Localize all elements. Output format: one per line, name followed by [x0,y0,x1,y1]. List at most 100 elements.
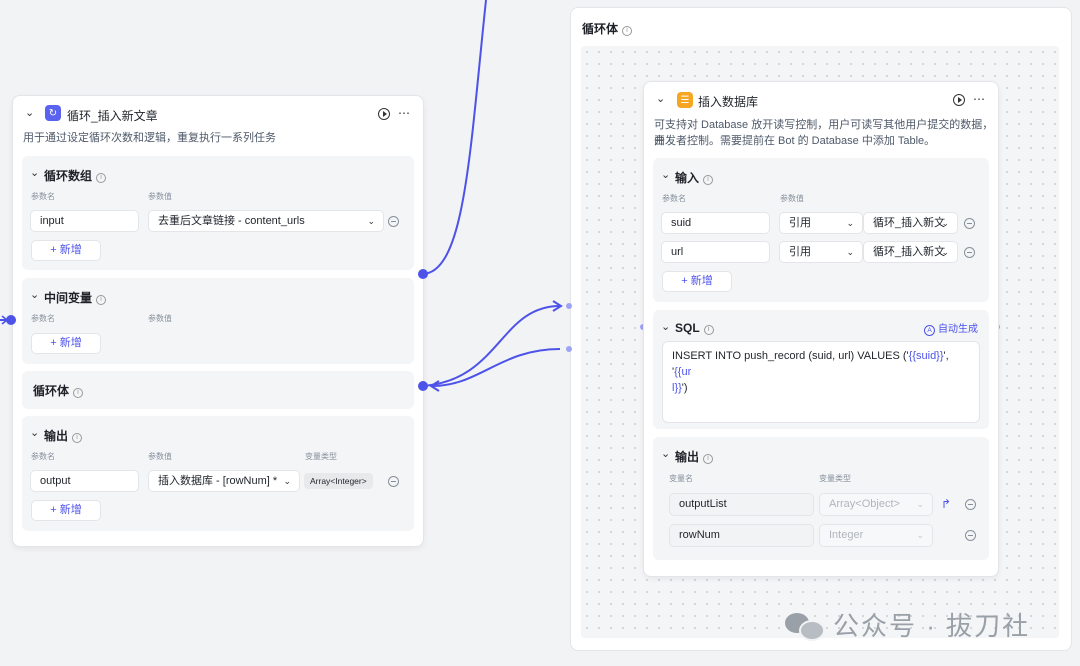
col-param-name: 参数名 [31,314,55,323]
info-icon: i [72,433,83,443]
minus-circle-icon[interactable] [965,530,976,541]
section-title: 输出 i [675,448,714,465]
info-icon: i [96,173,107,183]
minus-circle-icon[interactable] [388,216,399,227]
output-name-input[interactable]: output [30,470,139,492]
ref-mode-select[interactable]: 引用 ⌄ [779,212,863,234]
chevron-down-icon: ⌄ [941,218,949,228]
chevron-down-icon: ⌄ [283,476,291,486]
sql-section: ⌄ SQL i A 自动生成 INSERT INTO push_record (su… [653,310,989,429]
wire-top [422,0,487,275]
chevron-down-icon[interactable]: ⌄ [25,106,34,119]
more-icon[interactable]: ⋯ [971,91,987,107]
plus-icon: + [50,504,60,516]
output-port[interactable] [418,269,428,279]
sql-var: l}} [672,382,682,394]
wire-body-out [431,348,561,387]
output-var-name: rowNum [669,524,814,547]
chevron-down-icon: ⌄ [367,216,375,226]
type-tag: Array<Integer> [304,473,373,489]
add-button[interactable]: + 新增 [31,240,101,261]
chevron-down-icon: ⌄ [846,218,854,228]
minus-circle-icon[interactable] [388,476,399,487]
chevron-down-icon[interactable]: ⌄ [30,166,39,179]
col-param-value: 参数值 [148,192,172,201]
chevron-down-icon[interactable]: ⌄ [661,447,670,460]
col-param-name: 参数名 [662,194,686,203]
chevron-down-icon[interactable]: ⌄ [661,320,670,333]
ref-value-select[interactable]: 循环_插入新文 ⌄ [863,241,958,263]
minus-circle-icon[interactable] [964,218,975,229]
minus-circle-icon[interactable] [965,499,976,510]
plus-icon: + [50,244,60,256]
info-icon: i [703,325,714,335]
info-icon: i [703,175,714,185]
param-name-input[interactable]: suid [661,212,770,234]
ref-mode-select[interactable]: 引用 ⌄ [779,241,863,263]
loop-body-port[interactable] [418,381,428,391]
col-param-value: 参数值 [148,452,172,461]
param-value-select[interactable]: 去重后文章链接 - content_urls ⌄ [148,210,384,232]
chevron-down-icon: ⌄ [916,530,924,540]
arrow-body-out [429,380,440,392]
ref-value-select[interactable]: 循环_插入新文 ⌄ [863,212,958,234]
database-node[interactable]: ⌄ ☰ 插入数据库 ⋯ 可支持对 Database 放开读写控制，用户可读写其他… [643,81,999,577]
run-icon[interactable] [951,92,967,108]
loop-array-section: ⌄ 循环数组 i 参数名 参数值 input 去重后文章链接 - content_… [22,156,414,270]
output-var-type: Array<Object> ⌄ [819,493,933,516]
plus-icon: + [50,337,60,349]
section-title: 循环数组 i [44,167,107,184]
node-title: 循环_插入新文章 [67,109,158,123]
auto-generate-button[interactable]: A 自动生成 [924,320,978,336]
node-title: 插入数据库 [698,95,759,109]
run-icon[interactable] [376,106,392,122]
section-title: SQL i [675,321,714,335]
db-output-section: ⌄ 输出 i 变量名 变量类型 outputList Array<Object> … [653,437,989,560]
col-param-name: 参数名 [31,192,55,201]
info-icon: i [96,295,107,305]
section-title: 中间变量 i [44,289,107,306]
minus-circle-icon[interactable] [964,247,975,258]
plus-icon: + [681,275,691,287]
chevron-down-icon[interactable]: ⌄ [656,92,665,105]
chevron-down-icon: ⌄ [941,247,949,257]
wechat-logo-icon [785,611,825,641]
chevron-down-icon: ⌄ [846,247,854,257]
chevron-down-icon: ⌄ [916,499,924,509]
info-icon: i [703,454,714,464]
section-title: 输入 i [675,169,714,186]
output-value-text: 插入数据库 - [rowNum] * [158,475,278,487]
loop-icon: ↻ [45,105,61,121]
loop-node[interactable]: ⌄ ↻ 循环_插入新文章 ⋯ 用于通过设定循环次数和逻辑，重复执行一系列任务 ⌄… [12,95,424,547]
database-icon: ☰ [677,92,693,108]
sql-editor[interactable]: INSERT INTO push_record (suid, url) VALU… [662,341,980,423]
watermark: 公众号 · 拔刀社 [785,606,1030,643]
node-description: 用于通过设定循环次数和逻辑，重复执行一系列任务 [23,132,276,144]
col-var-name: 变量名 [669,474,693,483]
add-button[interactable]: + 新增 [662,271,732,292]
output-section: ⌄ 输出 i 参数名 参数值 变量类型 output 插入数据库 - [rowNu… [22,416,414,531]
output-var-type: Integer ⌄ [819,524,933,547]
param-name-input[interactable]: input [30,210,139,232]
branch-icon[interactable]: ↱ [941,497,951,511]
chevron-down-icon[interactable]: ⌄ [30,426,39,439]
canvas-port-out[interactable] [566,346,572,352]
intermediate-vars-section: ⌄ 中间变量 i 参数名 参数值 + 新增 [22,278,414,364]
node-description-line2: 开发者控制。需要提前在 Bot 的 Database 中添加 Table。 [654,135,936,147]
chevron-down-icon[interactable]: ⌄ [30,288,39,301]
param-name-input[interactable]: url [661,241,770,263]
info-icon: i [622,26,633,36]
output-value-select[interactable]: 插入数据库 - [rowNum] * ⌄ [148,470,300,492]
param-value-text: 去重后文章链接 - content_urls [158,215,305,227]
add-button[interactable]: + 新增 [31,500,101,521]
input-port[interactable] [6,315,16,325]
more-icon[interactable]: ⋯ [396,105,412,121]
wire-body-in [422,305,561,387]
canvas-port-in[interactable] [566,303,572,309]
input-section: ⌄ 输入 i 参数名 参数值 suid 引用 ⌄ 循环_插入新文 ⌄ url 引用… [653,158,989,302]
loop-body-section[interactable]: 循环体 i [22,371,414,409]
chevron-down-icon[interactable]: ⌄ [661,168,670,181]
ai-icon: A [924,325,935,336]
add-button[interactable]: + 新增 [31,333,101,354]
section-title: 输出 i [44,427,83,444]
